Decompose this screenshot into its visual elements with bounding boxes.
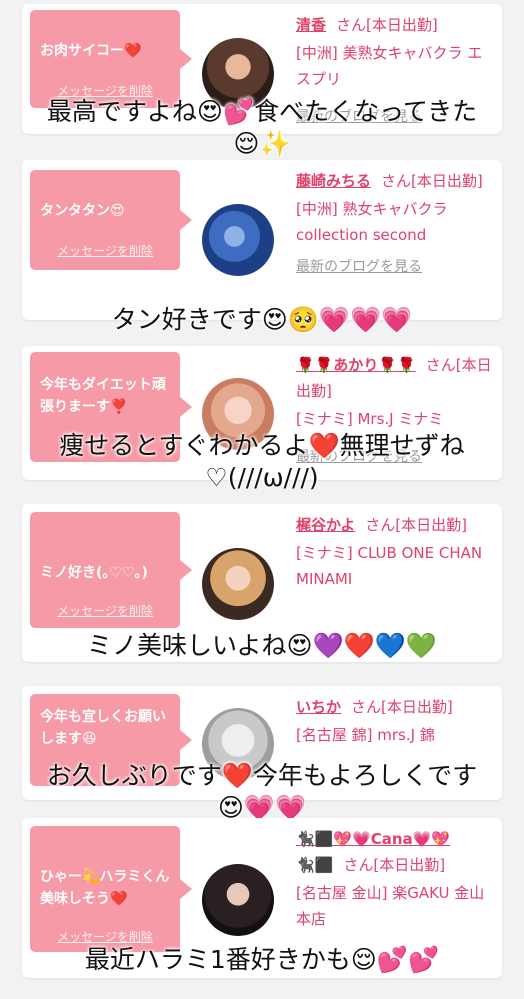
delete-message-link[interactable]: メッセージを削除 bbox=[30, 928, 180, 945]
caption-line: 痩せるとすぐわかるよ❤️無理せずね bbox=[59, 431, 465, 460]
message-text: ひゃー💫ハラミくん美味しそう❤️ bbox=[40, 869, 170, 907]
shop-name: [中洲] 美熟女キャバクラ エスプリ bbox=[296, 44, 483, 88]
delete-message-link[interactable]: メッセージを削除 bbox=[30, 602, 180, 619]
caption: 最高ですよね😍💕食べたくなってきた 😌✨ bbox=[0, 96, 524, 160]
avatar[interactable] bbox=[202, 548, 274, 620]
cast-name-link[interactable]: 梶谷かよ bbox=[296, 516, 355, 534]
caption: タン好きです😍🥺💗💗💗 bbox=[0, 304, 524, 336]
attendance-status: さん[本日出勤] bbox=[336, 16, 438, 34]
shop-name: [名古屋 金山] 楽GAKU 金山本店 bbox=[296, 884, 485, 928]
caption-line: 😌✨ bbox=[233, 129, 291, 158]
message-bubble: タンタタン😍 メッセージを削除 bbox=[30, 170, 192, 270]
cast-info: 藤崎みちる さん[本日出勤] [中洲] 熟女キャバクラ collection se… bbox=[296, 168, 496, 276]
attendance-status: さん[本日出勤] bbox=[351, 698, 453, 716]
message-bubble: お肉サイコー❤️ メッセージを削除 bbox=[30, 10, 192, 108]
shop-name: [ミナミ] Mrs.J ミナミ bbox=[296, 410, 444, 428]
delete-message-link[interactable]: メッセージを削除 bbox=[30, 242, 180, 259]
caption-line: 最高ですよね😍💕食べたくなってきた bbox=[46, 97, 478, 126]
attendance-status: さん[本日出勤] bbox=[381, 172, 483, 190]
caption: 痩せるとすぐわかるよ❤️無理せずね ♡(///ω///) bbox=[0, 430, 524, 494]
message-text: 今年もダイエット頑張りまーす❣️ bbox=[40, 377, 166, 415]
attendance-status: さん[本日出勤] bbox=[343, 856, 446, 874]
cast-info: 🐈‍⬛⬛💖💗Cana💗💖 🐈‍⬛⬛ さん[本日出勤] [名古屋 金山] 楽GAKU… bbox=[296, 826, 496, 932]
cast-name-link[interactable]: いちか bbox=[296, 698, 341, 716]
message-text: タンタタン😍 bbox=[40, 203, 125, 219]
caption-line: タン好きです😍🥺💗💗💗 bbox=[111, 305, 413, 334]
cast-name-link[interactable]: 清香 bbox=[296, 16, 326, 34]
message-text: ミノ好き(｡♡♡｡) bbox=[40, 565, 148, 581]
caption-line: お久しぶりです❤️今年もよろしくです bbox=[46, 761, 478, 790]
caption: 最近ハラミ1番好きかも😌💕💕 bbox=[0, 944, 524, 976]
caption-line: 最近ハラミ1番好きかも😌💕💕 bbox=[84, 945, 440, 974]
message-bubble: ひゃー💫ハラミくん美味しそう❤️ メッセージを削除 bbox=[30, 826, 192, 952]
caption-line: ミノ美味しいよね😍💜❤️💙💚 bbox=[86, 631, 438, 660]
cast-name-link[interactable]: 藤崎みちる bbox=[296, 172, 371, 190]
caption-line: ♡(///ω///) bbox=[205, 463, 319, 492]
caption: ミノ美味しいよね😍💜❤️💙💚 bbox=[0, 630, 524, 662]
attendance-status: さん[本日出勤] bbox=[365, 516, 467, 534]
cast-name-link[interactable]: 🐈‍⬛⬛💖💗Cana💗💖 bbox=[296, 830, 450, 848]
avatar[interactable] bbox=[202, 204, 274, 276]
caption: お久しぶりです❤️今年もよろしくです 😍💗💗 bbox=[0, 760, 524, 824]
cast-name-icons: 🐈‍⬛⬛ bbox=[296, 856, 334, 874]
shop-name: [中洲] 熟女キャバクラ collection second bbox=[296, 200, 448, 244]
shop-name: [名古屋 錦] mrs.J 錦 bbox=[296, 726, 435, 744]
cast-card: タンタタン😍 メッセージを削除 藤崎みちる さん[本日出勤] [中洲] 熟女キャバ… bbox=[22, 160, 502, 320]
message-text: お肉サイコー❤️ bbox=[40, 43, 142, 59]
avatar[interactable] bbox=[202, 864, 274, 936]
message-bubble: ミノ好き(｡♡♡｡) メッセージを削除 bbox=[30, 512, 192, 628]
cast-info: 梶谷かよ さん[本日出勤] [ミナミ] CLUB ONE CHAN MINAMI bbox=[296, 512, 496, 592]
blog-link[interactable]: 最新のブログを見る bbox=[296, 256, 496, 276]
shop-name: [ミナミ] CLUB ONE CHAN MINAMI bbox=[296, 544, 483, 588]
cast-name-link[interactable]: 🌹🌹あかり🌹🌹 bbox=[296, 356, 416, 374]
cast-info: いちか さん[本日出勤] [名古屋 錦] mrs.J 錦 bbox=[296, 694, 496, 748]
message-text: 今年も宜しくお願いします😆 bbox=[40, 709, 166, 747]
